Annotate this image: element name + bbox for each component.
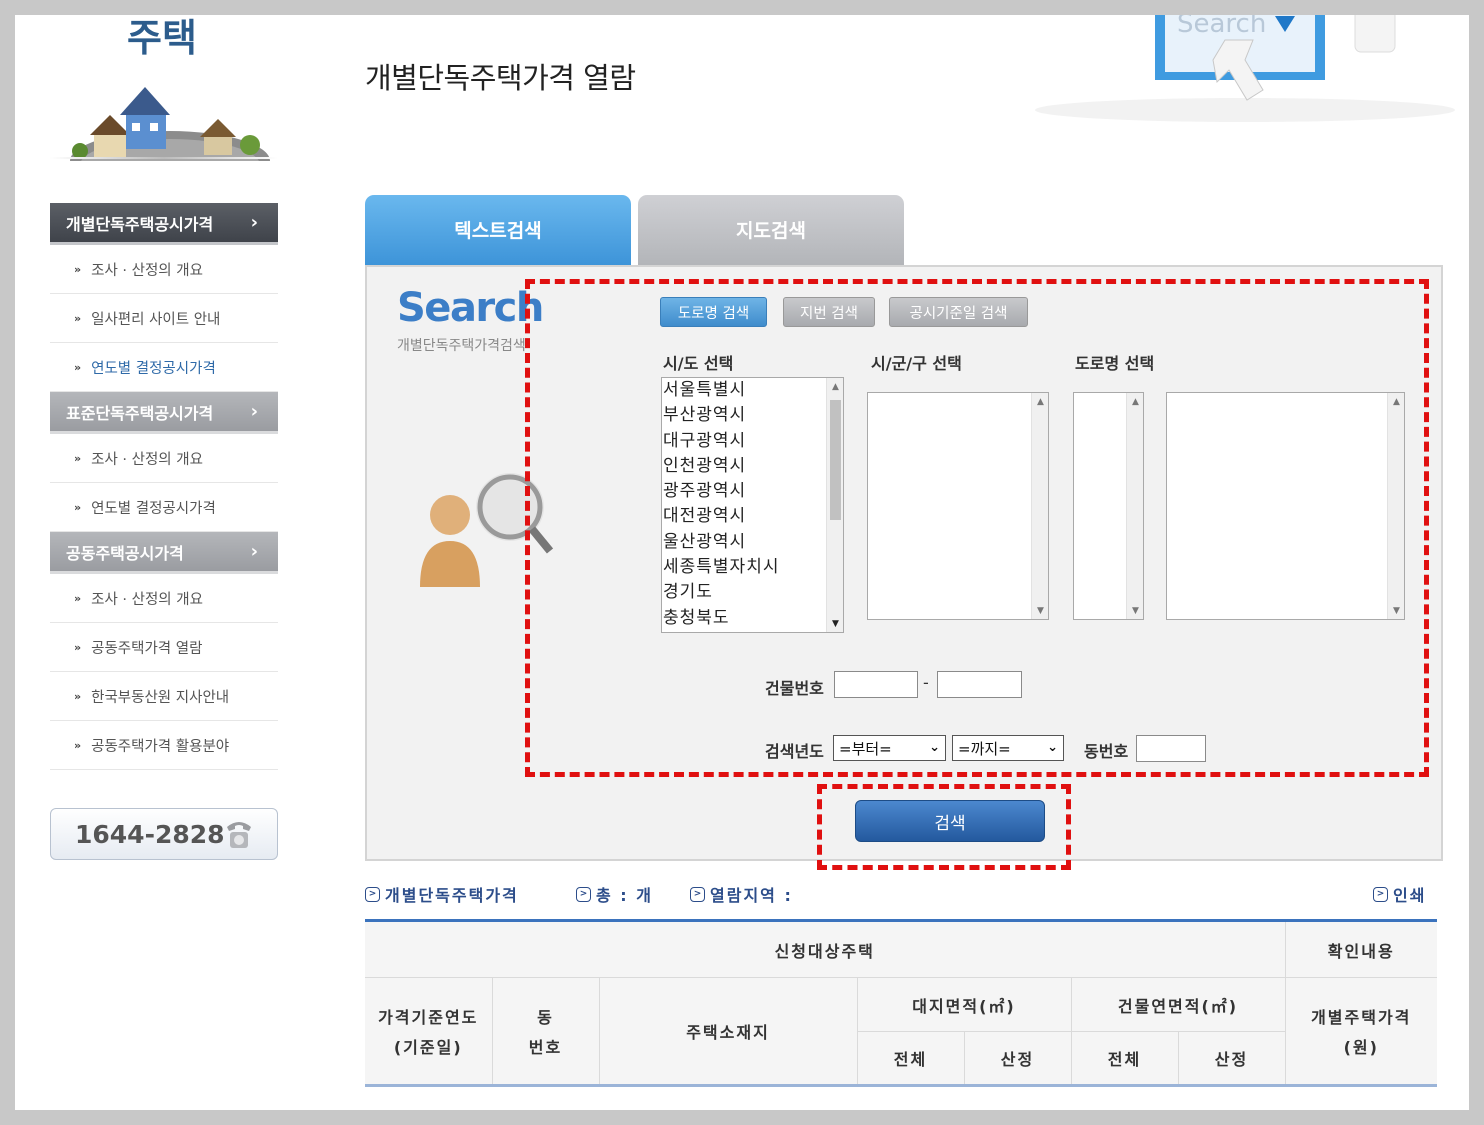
result-count-text: 총 : 개 [596,886,653,905]
double-arrow-icon: » [74,591,82,605]
header-land-total: 전체 [856,1031,965,1086]
header-dong-number: 동 번호 [491,977,600,1086]
search-art-text: Search [1177,15,1266,39]
header-land-area: 대지면적(㎡) [856,977,1072,1032]
sidebar-item-label: 조사 · 산정의 개요 [91,451,203,468]
phone-number: 1644-2828 [75,819,225,849]
brand-divider [50,157,278,159]
sidebar-item-label: 공동주택가격 활용분야 [91,738,230,755]
section-label: 표준단독주택공시가격 [66,403,214,423]
result-title-text: 개별단독주택가격 [385,886,519,905]
chevron-right-icon: › [250,401,258,422]
search-logo-subtitle: 개별단독주택가격검색 [397,338,526,354]
results-table: 신청대상주택 확인내용 가격기준연도 (기준일) 동 번호 주택소재지 대지면적… [365,919,1437,1087]
tab-map-search[interactable]: 지도검색 [638,195,904,267]
header-base-year: 가격기준연도 (기준일) [365,977,493,1086]
highlight-search-button [817,784,1071,870]
double-arrow-icon: » [74,689,82,703]
arrow-bullet-icon: > [365,886,380,902]
double-arrow-icon: » [74,360,82,374]
chevron-right-icon: › [250,541,258,562]
sidebar-section-individual-house[interactable]: 개별단독주택공시가격 › [50,203,278,245]
chevron-right-icon: › [250,212,258,233]
houses-illustration [70,87,270,161]
double-arrow-icon: » [74,738,82,752]
arrow-bullet-icon: > [1373,886,1388,902]
header-building-calc: 산정 [1177,1031,1286,1086]
arrow-bullet-icon: > [576,886,591,902]
sidebar-item-label: 공동주택가격 열람 [91,640,203,657]
header-building-area: 건물연면적(㎡) [1070,977,1286,1032]
view-region: > 열람지역 : [690,882,793,906]
header-building-total: 전체 [1070,1031,1179,1086]
header-price-line2: (원) [1343,1038,1379,1057]
sidebar-item-survey-overview[interactable]: » 조사 · 산정의 개요 [50,245,278,294]
sidebar-item-label: 조사 · 산정의 개요 [91,262,203,279]
sidebar-item-label: 연도별 결정공시가격 [91,500,216,517]
print-text: 인쇄 [1393,886,1427,905]
section-label: 공동주택공시가격 [66,543,184,563]
sidebar-item-label: 연도별 결정공시가격 [91,360,216,377]
page: 주택 개별단독주택공시가격 › » 조사 · 산정의 개요 » 일사편리 사이트… [15,15,1469,1110]
header-dong-line2: 번호 [528,1038,563,1057]
search-logo-text: Search [397,285,544,331]
brand-title: 주택 [127,16,197,60]
header-dong-line1: 동 [537,1008,554,1027]
sidebar-item-label: 한국부동산원 지사안내 [91,689,230,706]
print-button[interactable]: > 인쇄 [1373,882,1426,906]
search-monitor-illustration: Search [1035,15,1455,122]
sidebar-item-ilsa-site[interactable]: » 일사편리 사이트 안내 [50,294,278,343]
sidebar-section-standard-house[interactable]: 표준단독주택공시가격 › [50,392,278,434]
sidebar-item-yearly-prices[interactable]: » 연도별 결정공시가격 [50,343,278,392]
result-count: > 총 : 개 [576,882,653,906]
header-base-year-line1: 가격기준연도 [378,1008,479,1027]
double-arrow-icon: » [74,311,82,325]
section-label: 개별단독주택공시가격 [66,214,214,234]
tab-text-search[interactable]: 텍스트검색 [365,195,631,267]
telephone-icon [227,822,251,848]
header-base-year-line2: (기준일) [393,1038,463,1057]
header-price-line1: 개별주택가격 [1311,1008,1412,1027]
sidebar-section-apartment[interactable]: 공동주택공시가격 › [50,532,278,574]
double-arrow-icon: » [74,451,82,465]
sidebar-item-label: 일사편리 사이트 안내 [91,311,221,328]
double-arrow-icon: » [74,262,82,276]
sidebar-item-survey-overview[interactable]: » 조사 · 산정의 개요 [50,434,278,483]
sidebar-item-branch-info[interactable]: » 한국부동산원 지사안내 [50,672,278,721]
header-house-price: 개별주택가격 (원) [1284,977,1437,1086]
sidebar-menu: 개별단독주택공시가격 › » 조사 · 산정의 개요 » 일사편리 사이트 안내… [50,203,278,770]
phone-number-box: 1644-2828 [50,808,278,860]
sidebar-item-usage[interactable]: » 공동주택가격 활용분야 [50,721,278,770]
arrow-bullet-icon: > [690,886,705,902]
highlight-search-form [525,279,1429,777]
view-region-text: 열람지역 : [710,886,793,905]
page-title: 개별단독주택가격 열람 [365,61,636,95]
header-confirmation: 확인내용 [1284,920,1437,978]
sidebar-item-survey-overview[interactable]: » 조사 · 산정의 개요 [50,574,278,623]
double-arrow-icon: » [74,640,82,654]
header-land-calc: 산정 [963,1031,1072,1086]
result-title: > 개별단독주택가격 [365,882,519,906]
sidebar-item-apartment-view[interactable]: » 공동주택가격 열람 [50,623,278,672]
header-address: 주택소재지 [598,977,858,1086]
double-arrow-icon: » [74,500,82,514]
sidebar-item-label: 조사 · 산정의 개요 [91,591,203,608]
header-target-house: 신청대상주택 [365,920,1286,978]
sidebar-item-yearly-prices[interactable]: » 연도별 결정공시가격 [50,483,278,532]
